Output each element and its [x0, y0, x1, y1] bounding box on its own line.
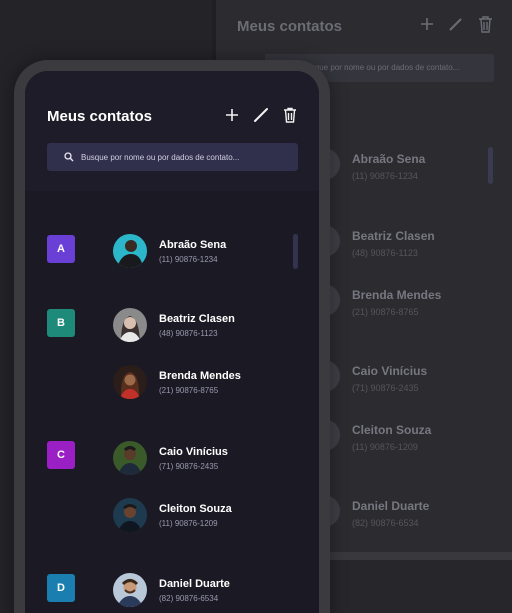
- background-contact-phone: (48) 90876-1123: [352, 248, 418, 258]
- background-contact-phone: (71) 90876-2435: [352, 383, 419, 393]
- contact-item[interactable]: Cleiton Souza (11) 90876-1209: [113, 498, 232, 532]
- contact-phone: (82) 90876-6534: [159, 593, 219, 603]
- contact-name: Abraão Sena: [159, 238, 227, 251]
- avatar: [113, 308, 147, 342]
- background-contact-name: Beatriz Clasen: [352, 229, 435, 243]
- contact-name: Beatriz Clasen: [159, 312, 235, 325]
- avatar: [113, 365, 147, 399]
- delete-contact-button[interactable]: [279, 104, 301, 126]
- background-contact-name: Brenda Mendes: [352, 288, 442, 302]
- search-input[interactable]: [81, 152, 281, 162]
- background-contact: Beatriz Clasen (48) 90876-1123: [352, 229, 435, 258]
- page-title: Meus contatos: [47, 108, 153, 125]
- group-letter-label: D: [57, 582, 65, 594]
- background-contact: Brenda Mendes (21) 90876-8765: [352, 288, 441, 317]
- group-letter-label: A: [57, 243, 65, 255]
- background-contact: Daniel Duarte (82) 90876-6534: [352, 499, 429, 528]
- background-title: Meus contatos: [237, 18, 343, 35]
- group-letter-d: D: [47, 574, 75, 602]
- contact-phone: (48) 90876-1123: [159, 328, 218, 338]
- background-contact-name: Abraão Sena: [352, 152, 426, 166]
- contact-phone: (71) 90876-2435: [159, 461, 219, 471]
- edit-contact-button[interactable]: [250, 104, 272, 126]
- contact-item[interactable]: Daniel Duarte (82) 90876-6534: [113, 573, 230, 607]
- background-contact-phone: (11) 90876-1234: [352, 171, 418, 181]
- add-contact-button[interactable]: [221, 104, 243, 126]
- app-header: [25, 71, 319, 191]
- background-contact: Caio Vinícius (71) 90876-2435: [352, 364, 427, 393]
- contact-item[interactable]: Abraão Sena (11) 90876-1234: [113, 234, 226, 268]
- plus-icon: [226, 109, 238, 121]
- contact-item[interactable]: Brenda Mendes (21) 90876-8765: [113, 365, 241, 399]
- background-contact-phone: (21) 90876-8765: [352, 307, 419, 317]
- contact-phone: (11) 90876-1234: [159, 254, 218, 264]
- avatar: [113, 441, 147, 475]
- background-contact-name: Caio Vinícius: [352, 364, 428, 378]
- search-icon: [64, 152, 74, 162]
- background-scrollbar: [488, 147, 493, 184]
- background-contact: Cleiton Souza (11) 90876-1209: [352, 423, 431, 452]
- avatar: [113, 498, 147, 532]
- group-letter-label: B: [57, 317, 65, 329]
- background-contact-name: Daniel Duarte: [352, 499, 430, 513]
- contact-name: Brenda Mendes: [159, 369, 241, 382]
- search-box[interactable]: [47, 143, 298, 171]
- contact-name: Daniel Duarte: [159, 577, 230, 590]
- background-plus-icon: [419, 16, 435, 37]
- phone-frame: Meus contatos A B C D: [14, 60, 330, 613]
- pencil-icon: [254, 108, 268, 122]
- background-contact-name: Cleiton Souza: [352, 423, 432, 437]
- background-contact-phone: (82) 90876-6534: [352, 518, 419, 528]
- group-letter-label: C: [57, 449, 65, 461]
- background-pencil-icon: [448, 16, 464, 37]
- contact-item[interactable]: Beatriz Clasen (48) 90876-1123: [113, 308, 235, 342]
- contact-item[interactable]: Caio Vinícius (71) 90876-2435: [113, 441, 228, 475]
- background-contact: Abraão Sena (11) 90876-1234: [352, 152, 425, 181]
- group-letter-a: A: [47, 235, 75, 263]
- phone-screen: Meus contatos A B C D: [25, 71, 319, 613]
- avatar: [113, 573, 147, 607]
- contact-name: Caio Vinícius: [159, 445, 228, 458]
- list-scrollbar[interactable]: [293, 234, 298, 269]
- background-trash-icon: [478, 16, 493, 38]
- trash-icon: [284, 107, 296, 123]
- contact-phone: (11) 90876-1209: [159, 518, 218, 528]
- group-letter-c: C: [47, 441, 75, 469]
- avatar: [113, 234, 147, 268]
- contact-name: Cleiton Souza: [159, 502, 232, 515]
- background-contact-phone: (11) 90876-1209: [352, 442, 418, 452]
- contact-phone: (21) 90876-8765: [159, 385, 219, 395]
- group-letter-b: B: [47, 309, 75, 337]
